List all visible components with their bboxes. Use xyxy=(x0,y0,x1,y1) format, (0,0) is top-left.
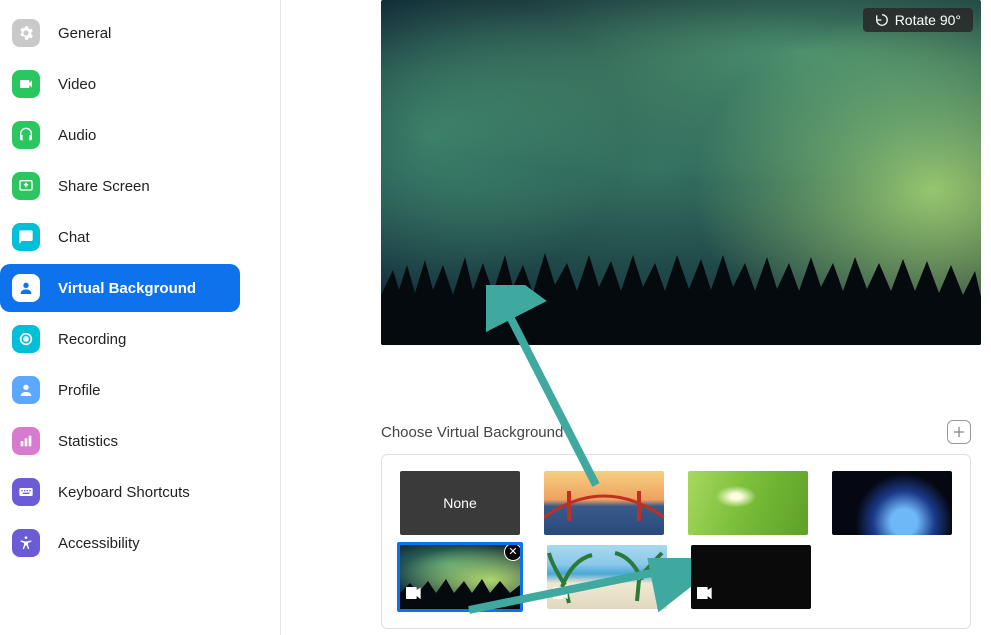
background-preview: Rotate 90° xyxy=(381,0,981,345)
background-option-black[interactable] xyxy=(691,545,811,609)
rotate-label: Rotate 90° xyxy=(895,12,961,28)
video-icon xyxy=(697,586,713,604)
video-icon xyxy=(12,70,40,98)
background-option-beach[interactable] xyxy=(547,545,667,609)
gear-icon xyxy=(12,19,40,47)
treeline-silhouette xyxy=(381,235,981,345)
sidebar-item-video[interactable]: Video xyxy=(0,60,280,108)
sidebar-item-label: Accessibility xyxy=(58,535,140,552)
sidebar-item-label: Profile xyxy=(58,382,101,399)
background-option-aurora[interactable]: ✕ xyxy=(397,542,523,612)
stats-icon xyxy=(12,427,40,455)
background-option-earth[interactable] xyxy=(832,471,952,535)
sidebar-item-label: Virtual Background xyxy=(58,280,196,297)
sidebar-item-virtual-background[interactable]: Virtual Background xyxy=(0,264,240,312)
headphones-icon xyxy=(12,121,40,149)
add-background-button[interactable] xyxy=(947,420,971,444)
rotate-90-button[interactable]: Rotate 90° xyxy=(863,8,973,32)
record-icon xyxy=(12,325,40,353)
sidebar-item-label: Recording xyxy=(58,331,126,348)
sidebar-item-keyboard-shortcuts[interactable]: Keyboard Shortcuts xyxy=(0,468,280,516)
virtual-background-icon xyxy=(12,274,40,302)
sidebar-item-statistics[interactable]: Statistics xyxy=(0,417,280,465)
virtual-background-panel: Rotate 90° Choose Virtual Background Non… xyxy=(281,0,991,635)
background-option-grass[interactable] xyxy=(688,471,808,535)
sidebar-item-accessibility[interactable]: Accessibility xyxy=(0,519,280,567)
remove-background-button[interactable]: ✕ xyxy=(504,543,522,561)
sidebar-item-label: General xyxy=(58,25,111,42)
sidebar-item-profile[interactable]: Profile xyxy=(0,366,280,414)
sidebar-item-label: Chat xyxy=(58,229,90,246)
background-option-none[interactable]: None xyxy=(400,471,520,535)
none-label: None xyxy=(443,495,476,511)
sidebar-item-label: Audio xyxy=(58,127,96,144)
settings-sidebar: General Video Audio Share Screen Chat Vi… xyxy=(0,0,281,635)
sidebar-item-audio[interactable]: Audio xyxy=(0,111,280,159)
sidebar-item-chat[interactable]: Chat xyxy=(0,213,280,261)
sidebar-item-label: Statistics xyxy=(58,433,118,450)
sidebar-item-label: Video xyxy=(58,76,96,93)
sidebar-item-general[interactable]: General xyxy=(0,9,280,57)
sidebar-item-share-screen[interactable]: Share Screen xyxy=(0,162,280,210)
chat-icon xyxy=(12,223,40,251)
rotate-icon xyxy=(875,13,889,27)
sidebar-item-label: Share Screen xyxy=(58,178,150,195)
plus-icon xyxy=(952,425,966,439)
choose-background-label: Choose Virtual Background xyxy=(381,424,563,441)
profile-icon xyxy=(12,376,40,404)
sidebar-item-label: Keyboard Shortcuts xyxy=(58,484,190,501)
video-icon xyxy=(406,586,422,604)
video-icon xyxy=(553,586,569,604)
keyboard-icon xyxy=(12,478,40,506)
accessibility-icon xyxy=(12,529,40,557)
background-option-bridge[interactable] xyxy=(544,471,664,535)
background-gallery: None ✕ xyxy=(381,454,971,629)
sidebar-item-recording[interactable]: Recording xyxy=(0,315,280,363)
share-screen-icon xyxy=(12,172,40,200)
